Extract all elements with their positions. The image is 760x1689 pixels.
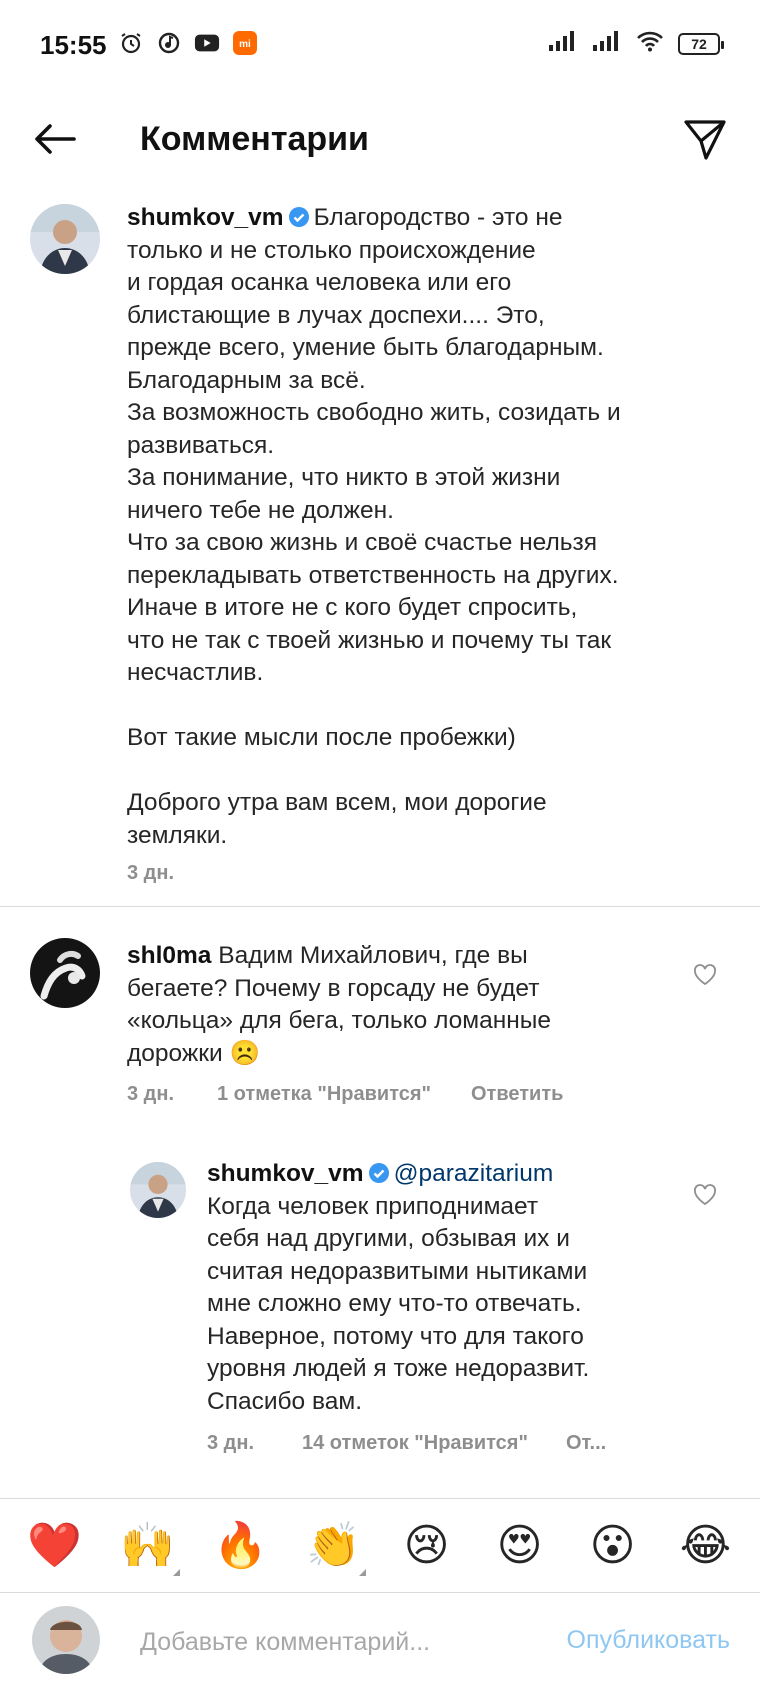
emoji-fire[interactable]: 🔥 — [211, 1524, 271, 1568]
avatar[interactable] — [30, 938, 100, 1008]
wifi-icon — [636, 30, 664, 57]
comment-text: Когда человек приподнимает себя над друг… — [207, 1192, 590, 1415]
skin-tone-indicator — [358, 1569, 366, 1576]
comment-meta: 3 дн. 1 отметка "Нравится" Ответить — [127, 1083, 563, 1106]
comment-body: shumkov_vm @parazitarium Когда человек пр… — [207, 1158, 677, 1418]
like-comment-button[interactable] — [692, 962, 718, 988]
mention-link[interactable]: @parazitarium — [394, 1160, 554, 1187]
direct-send-icon — [684, 120, 726, 160]
app-header: Комментарии — [0, 92, 760, 192]
current-user-avatar — [32, 1606, 100, 1674]
arrow-left-icon — [35, 124, 76, 154]
alarm-icon — [118, 30, 144, 56]
reply-button[interactable]: От... — [566, 1432, 606, 1455]
emoji-quick-bar: ❤️ 🙌 🔥 👏 😢 😍 😮 😂 — [0, 1500, 760, 1592]
comment-body: shumkov_vm Благородство - это не только и… — [127, 202, 737, 852]
divider — [0, 906, 760, 907]
divider — [0, 1498, 760, 1499]
emoji-clapping[interactable]: 👏 — [304, 1524, 366, 1576]
signal-icon — [548, 30, 578, 57]
emoji-crying[interactable]: 😢 — [397, 1524, 457, 1568]
comment-username[interactable]: shumkov_vm — [127, 204, 284, 231]
reply-comment-item: shumkov_vm @parazitarium Когда человек пр… — [0, 1140, 760, 1470]
comment-likes-count[interactable]: 14 отметок "Нравится" — [302, 1432, 528, 1455]
emoji-surprised[interactable]: 😮 — [583, 1524, 643, 1568]
comment-body: shl0ma Вадим Михайлович, где вы бегаете?… — [127, 940, 667, 1070]
heart-outline-icon — [694, 1184, 716, 1206]
page-title: Комментарии — [140, 120, 369, 158]
music-icon — [156, 30, 182, 56]
avatar[interactable] — [30, 204, 100, 274]
svg-text:mi: mi — [239, 39, 251, 50]
skin-tone-indicator — [172, 1569, 180, 1576]
sad-face-emoji: ☹️ — [229, 1039, 261, 1067]
comment-time: 3 дн. — [127, 1083, 175, 1105]
status-system-icons: 72 — [548, 30, 724, 57]
reply-button[interactable]: Ответить — [471, 1083, 563, 1106]
emoji-heart[interactable]: ❤️ — [25, 1524, 85, 1568]
comment-meta: 3 дн. — [127, 862, 174, 885]
comment-likes-count[interactable]: 1 отметка "Нравится" — [217, 1083, 431, 1106]
comment-meta: 3 дн. 14 отметок "Нравится" От... — [207, 1432, 606, 1455]
verified-badge-icon — [368, 1163, 389, 1183]
avatar[interactable] — [130, 1162, 186, 1218]
mi-app-icon: mi — [232, 30, 258, 56]
comment-composer: Опубликовать — [0, 1592, 760, 1689]
comment-time: 3 дн. — [207, 1432, 255, 1454]
direct-send-button[interactable] — [680, 114, 730, 164]
status-notification-icons: mi — [118, 30, 258, 56]
comment-item: shl0ma Вадим Михайлович, где вы бегаете?… — [0, 920, 760, 1120]
youtube-icon — [194, 30, 220, 56]
comment-input[interactable] — [140, 1622, 500, 1662]
emoji-laughing[interactable]: 😂 — [676, 1524, 736, 1568]
heart-outline-icon — [694, 964, 716, 986]
verified-badge-icon — [288, 207, 309, 227]
comment-username[interactable]: shl0ma — [127, 942, 211, 969]
back-button[interactable] — [30, 114, 80, 164]
status-bar: 15:55 mi 72 — [0, 0, 760, 92]
like-comment-button[interactable] — [692, 1182, 718, 1208]
caption-comment: shumkov_vm Благородство - это не только и… — [0, 192, 760, 902]
battery-icon: 72 — [678, 32, 724, 55]
emoji-raised-hands[interactable]: 🙌 — [118, 1524, 180, 1576]
comment-username[interactable]: shumkov_vm — [207, 1160, 364, 1187]
status-time: 15:55 — [40, 30, 107, 60]
signal-icon — [592, 30, 622, 57]
emoji-heart-eyes[interactable]: 😍 — [490, 1524, 550, 1568]
comment-time: 3 дн. — [127, 862, 175, 884]
publish-button[interactable]: Опубликовать — [567, 1626, 730, 1655]
comment-text: Благородство - это не только и не стольк… — [127, 204, 621, 849]
